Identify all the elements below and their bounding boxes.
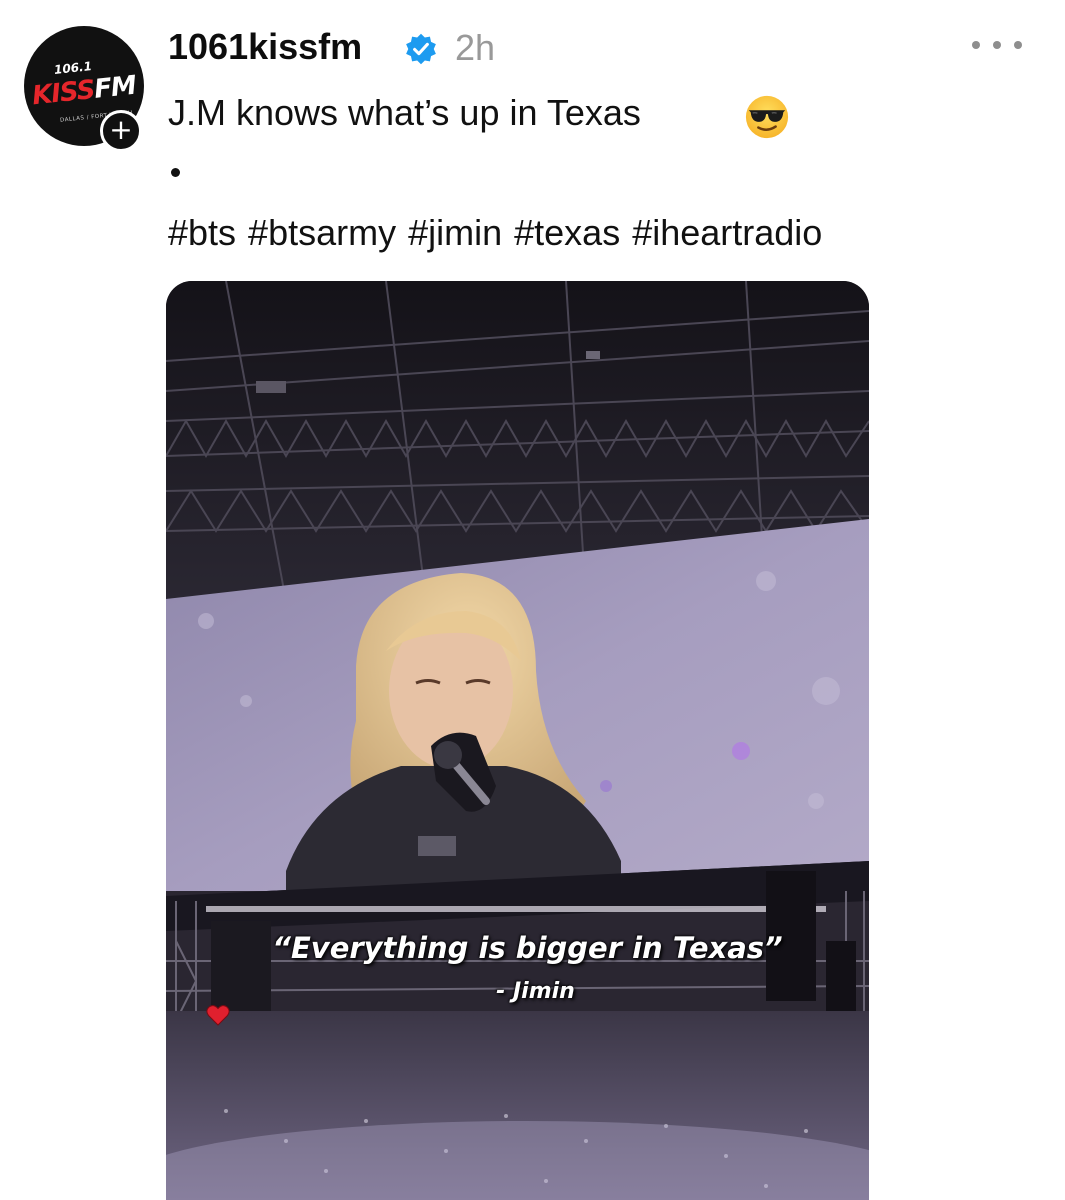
hashtag-link[interactable]: #texas	[514, 212, 620, 254]
follow-button[interactable]: +	[100, 110, 142, 152]
post-time: 2h	[455, 27, 496, 68]
bullet-dot	[171, 168, 180, 177]
attribution-text: - Jimin	[496, 979, 575, 1004]
sunglasses-emoji-icon	[745, 95, 789, 139]
plus-icon: +	[109, 113, 133, 146]
post-media-video[interactable]: “Everything is bigger in Texas” - Jimin	[166, 281, 869, 1200]
hashtag-list: #bts #btsarmy #jimin #texas #iheartradio	[168, 212, 822, 254]
more-options-icon[interactable]	[972, 30, 1022, 60]
video-quote-text: “Everything is bigger in Texas”	[272, 931, 783, 965]
post-caption: J.M knows what’s up in Texas	[168, 92, 641, 133]
hashtag-link[interactable]: #jimin	[408, 212, 502, 254]
hashtag-link[interactable]: #bts	[168, 212, 236, 254]
username[interactable]: 1061kissfm	[168, 26, 362, 68]
hashtag-link[interactable]: #iheartradio	[632, 212, 822, 254]
red-heart-icon	[206, 1005, 230, 1026]
video-attribution: - Jimin	[166, 979, 869, 1026]
avatar-frequency: 106.1	[53, 59, 93, 77]
hashtag-link[interactable]: #btsarmy	[248, 212, 396, 254]
concert-photo	[166, 281, 869, 1200]
avatar-logo: KISSFM	[30, 70, 138, 112]
verified-badge-icon	[406, 33, 436, 65]
